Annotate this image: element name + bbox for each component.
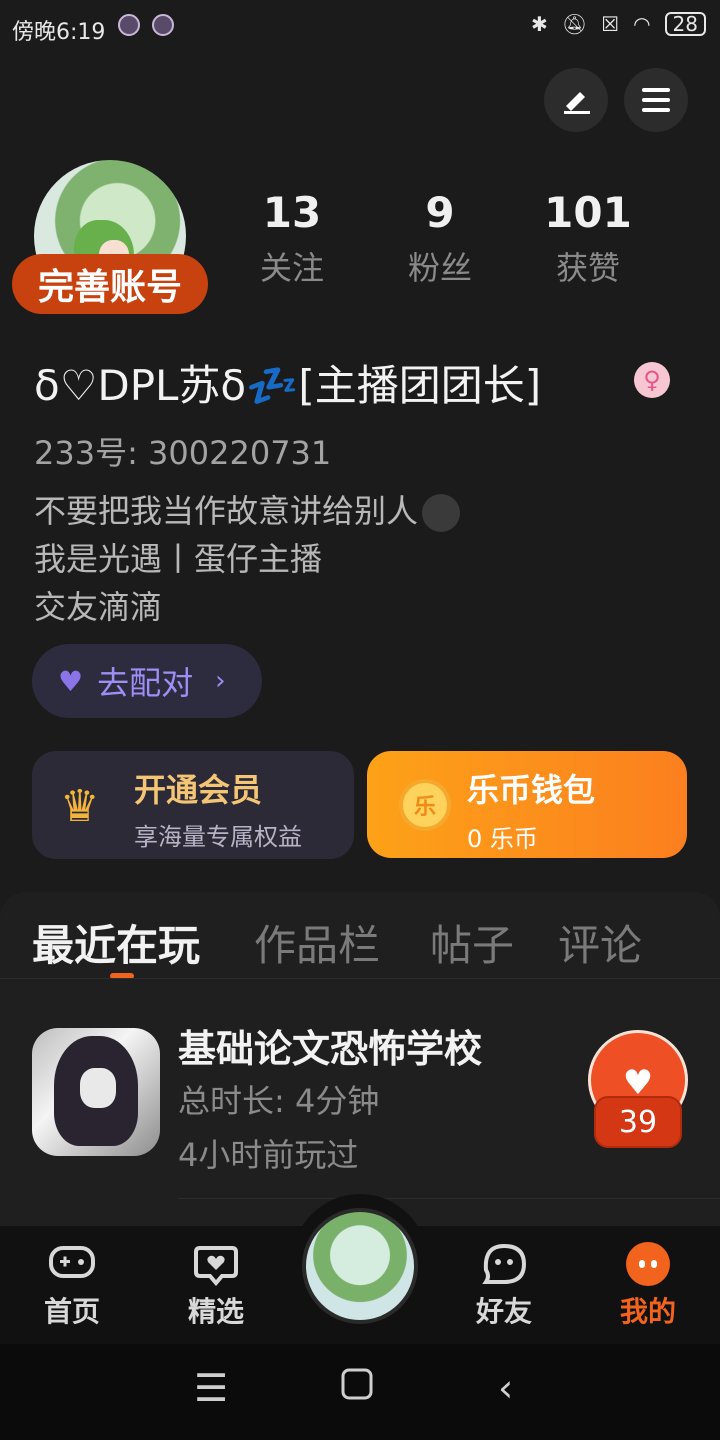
chevron-right-icon: › bbox=[215, 666, 226, 696]
user-id: 233号: 300220731 bbox=[34, 434, 332, 472]
sim-icon: ☒ bbox=[601, 12, 620, 36]
match-label: 去配对 bbox=[97, 664, 194, 702]
me-icon-wrap bbox=[598, 1242, 698, 1286]
status-bar: 傍晚6:19 ✱ 🔕︎ ☒ ◠ 28 bbox=[0, 0, 720, 56]
bio-text: 不要把我当作故意讲给别人 bbox=[34, 492, 419, 530]
recent-apps-icon[interactable]: ☰ bbox=[194, 1366, 228, 1410]
mute-bell-icon: 🔕︎ bbox=[561, 12, 588, 36]
nav-friends[interactable]: 好友 bbox=[454, 1242, 554, 1330]
complete-account-button[interactable]: 完善账号 bbox=[12, 254, 208, 314]
smirk-emoji-icon bbox=[422, 494, 461, 532]
stat-value: 101 bbox=[544, 188, 632, 237]
nav-label: 首页 bbox=[43, 1295, 100, 1328]
stat-value: 9 bbox=[425, 188, 455, 237]
nav-label: 好友 bbox=[475, 1295, 532, 1328]
wifi-icon: ◠ bbox=[633, 12, 651, 36]
bio-line: 我是光遇丨蛋仔主播 bbox=[34, 540, 323, 578]
bio-line: 交友滴滴 bbox=[34, 588, 163, 626]
stat-likes[interactable]: 101 获赞 bbox=[528, 188, 648, 289]
status-time: 傍晚6:19 bbox=[12, 20, 106, 45]
vip-subtitle: 享海量专属权益 bbox=[134, 823, 302, 851]
notification-icon bbox=[118, 14, 140, 36]
nav-label: 我的 bbox=[619, 1295, 676, 1328]
match-button[interactable]: ♥ 去配对 › bbox=[32, 644, 262, 718]
nav-home[interactable]: 首页 bbox=[22, 1242, 122, 1330]
tab-recent[interactable]: 最近在玩 bbox=[32, 912, 200, 973]
crown-icon: ♛ bbox=[60, 781, 100, 832]
heart-chat-icon bbox=[166, 1242, 266, 1287]
stat-label: 粉丝 bbox=[407, 249, 472, 287]
game-title[interactable]: 基础论文恐怖学校 bbox=[178, 1018, 482, 1073]
wallet-balance: 0 乐币 bbox=[467, 825, 538, 853]
game-icon[interactable] bbox=[32, 1028, 160, 1156]
back-icon[interactable]: ‹ bbox=[498, 1366, 513, 1410]
center-avatar-button[interactable] bbox=[302, 1208, 418, 1324]
vip-card[interactable]: ♛ 开通会员 享海量专属权益 bbox=[32, 751, 354, 859]
stat-label: 关注 bbox=[259, 249, 324, 287]
nav-featured[interactable]: 精选 bbox=[166, 1242, 266, 1330]
stat-value: 13 bbox=[262, 188, 322, 237]
divider bbox=[0, 978, 720, 979]
friend-face-icon bbox=[454, 1242, 554, 1286]
home-icon[interactable] bbox=[340, 1366, 374, 1410]
nav-me[interactable]: 我的 bbox=[598, 1242, 698, 1330]
game-face bbox=[80, 1068, 116, 1108]
gamepad-icon bbox=[22, 1242, 122, 1286]
stat-fans[interactable]: 9 粉丝 bbox=[380, 188, 500, 289]
pen-icon bbox=[564, 92, 590, 114]
coin-icon: 乐 bbox=[399, 779, 451, 831]
stat-following[interactable]: 13 关注 bbox=[232, 188, 352, 289]
divider bbox=[178, 1198, 720, 1199]
bluetooth-icon: ✱ bbox=[531, 12, 548, 36]
menu-button[interactable] bbox=[624, 68, 688, 132]
bio-line: 不要把我当作故意讲给别人 bbox=[34, 486, 461, 532]
stat-label: 获赞 bbox=[555, 249, 620, 287]
wallet-card[interactable]: 乐 乐币钱包 0 乐币 bbox=[367, 751, 687, 858]
heart-icon: ♥ bbox=[58, 664, 84, 698]
menu-icon bbox=[642, 88, 670, 112]
username: δ♡DPL苏δ💤[主播团团长] bbox=[34, 361, 542, 410]
tab-works[interactable]: 作品栏 bbox=[254, 912, 380, 973]
me-icon bbox=[626, 1242, 670, 1286]
nav-label: 精选 bbox=[187, 1295, 244, 1328]
tab-posts[interactable]: 帖子 bbox=[430, 912, 514, 973]
female-icon: ♀ bbox=[634, 362, 670, 398]
game-last-played: 4小时前玩过 bbox=[178, 1136, 359, 1174]
status-icons: ✱ 🔕︎ ☒ ◠ 28 bbox=[531, 12, 706, 36]
notification-icon bbox=[152, 14, 174, 36]
battery-icon: 28 bbox=[664, 12, 706, 36]
like-count: 39 bbox=[594, 1096, 682, 1148]
edit-profile-button[interactable] bbox=[544, 68, 608, 132]
tab-comments[interactable]: 评论 bbox=[558, 912, 642, 973]
vip-title: 开通会员 bbox=[134, 771, 263, 809]
wallet-title: 乐币钱包 bbox=[467, 771, 596, 809]
game-duration: 总时长: 4分钟 bbox=[178, 1082, 380, 1120]
